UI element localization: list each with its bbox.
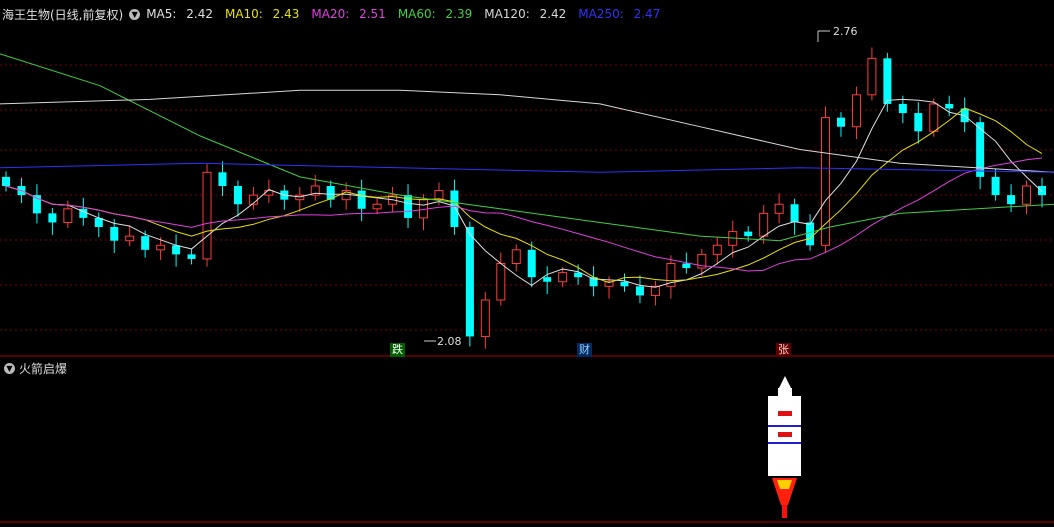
grid-lines (0, 64, 1054, 331)
marker-cai: 财 (577, 343, 592, 357)
candle-body (744, 231, 753, 237)
high-label: 2.76 (833, 25, 858, 38)
candle-body (774, 203, 784, 214)
candle-body (806, 222, 815, 246)
chevron-down-icon[interactable]: ▼ (4, 363, 15, 374)
candle-body (836, 117, 845, 127)
low-label: 2.08 (437, 335, 462, 348)
candle-body (945, 103, 954, 109)
candle-body (790, 204, 799, 223)
candle-body (1007, 195, 1016, 205)
candle-body (48, 213, 57, 223)
candle-body (218, 172, 227, 186)
ma20-line (5, 157, 1043, 272)
candle-body (2, 176, 10, 186)
candle-body (914, 113, 923, 132)
candle-body (511, 249, 521, 265)
candle-body (851, 94, 861, 128)
marker-zhang: 张 (776, 343, 791, 357)
candle-body (172, 245, 181, 255)
candles (2, 47, 1046, 349)
rocket-icon (768, 376, 801, 518)
ma60-line (0, 53, 1054, 242)
ma-lines (0, 53, 1054, 288)
candle-body (110, 227, 119, 241)
candle-body (63, 208, 73, 223)
candle-body (867, 57, 877, 96)
candle-body (682, 263, 691, 269)
candle-body (558, 272, 568, 283)
candle-body (357, 190, 366, 209)
candle-body (480, 299, 490, 337)
candle-body (125, 235, 135, 242)
candle-body (635, 286, 644, 296)
candle-body (1022, 185, 1032, 205)
marker-die: 跌 (390, 343, 405, 357)
candle-body (527, 249, 536, 278)
candle-body (264, 190, 274, 196)
sub-panel-title: ▼ 火箭启爆 (0, 360, 67, 377)
candle-body (496, 263, 506, 301)
candle-body (372, 203, 382, 210)
candle-body (233, 186, 242, 205)
candle-body (929, 103, 939, 132)
candle-body (141, 236, 150, 250)
candle-body (898, 103, 907, 114)
candle-body (450, 190, 459, 228)
candlestick-chart[interactable]: 2.76 2.08 (0, 0, 1054, 527)
candle-body (1038, 186, 1046, 196)
candle-body (156, 244, 166, 251)
indicator-name: 火箭启爆 (19, 362, 68, 376)
ma250-line (0, 162, 1054, 173)
candle-body (187, 254, 196, 259)
candle-body (465, 227, 474, 337)
candle-body (759, 212, 769, 237)
candle-body (991, 176, 1000, 196)
candle-body (712, 244, 722, 255)
candle-body (620, 281, 629, 287)
low-annotation: 2.08 (424, 335, 462, 348)
candle-body (543, 277, 552, 282)
high-annotation: 2.76 (817, 25, 858, 42)
ma120-line (0, 89, 1054, 173)
candle-body (883, 58, 892, 104)
candle-body (202, 171, 212, 260)
ma5-line (5, 98, 1043, 288)
